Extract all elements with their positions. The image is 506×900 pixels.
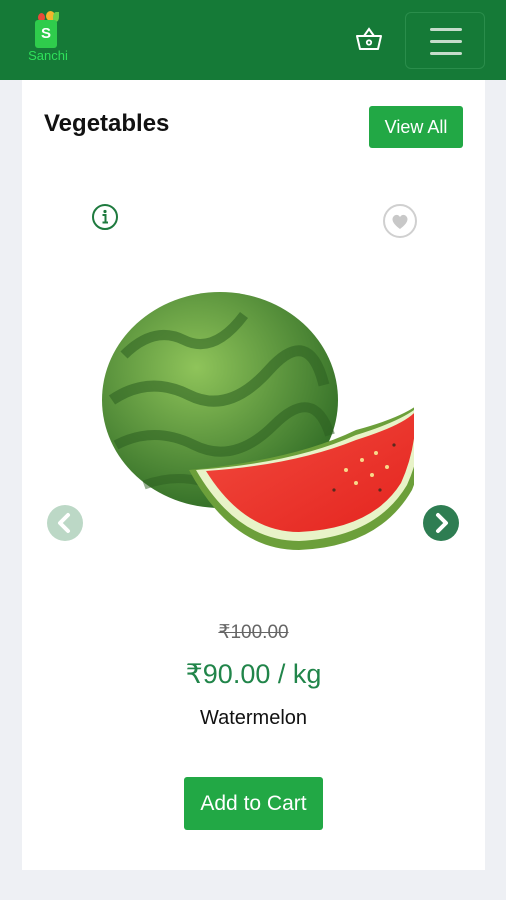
wishlist-heart-button[interactable] — [382, 203, 418, 239]
carousel-prev-button[interactable] — [47, 505, 83, 541]
chevron-right-icon — [423, 505, 459, 541]
logo-text: Sanchi — [28, 48, 68, 63]
section-title: Vegetables — [44, 110, 170, 137]
logo-bag-icon: S — [35, 20, 57, 48]
product-image-watermelon[interactable] — [94, 285, 427, 565]
hamburger-icon-bar — [430, 52, 462, 55]
chevron-left-icon — [47, 505, 83, 541]
carousel-next-button[interactable] — [423, 505, 459, 541]
add-to-cart-button[interactable]: Add to Cart — [184, 777, 323, 830]
sale-price: ₹90.00 / kg — [185, 659, 322, 689]
basket-icon[interactable] — [354, 26, 384, 54]
top-navbar: S Sanchi — [0, 0, 506, 80]
menu-toggle-button[interactable] — [405, 12, 485, 69]
hamburger-icon-bar — [430, 40, 462, 43]
info-icon[interactable] — [91, 203, 119, 231]
original-price: ₹100.00 — [218, 622, 289, 643]
view-all-button[interactable]: View All — [369, 106, 463, 148]
hamburger-icon — [430, 28, 462, 31]
product-section-card: Vegetables View All ₹100.00 ₹90.00 / kg … — [22, 80, 485, 870]
heart-icon — [383, 204, 417, 238]
product-name[interactable]: Watermelon — [22, 707, 485, 730]
brand-logo[interactable]: S Sanchi — [22, 10, 78, 66]
